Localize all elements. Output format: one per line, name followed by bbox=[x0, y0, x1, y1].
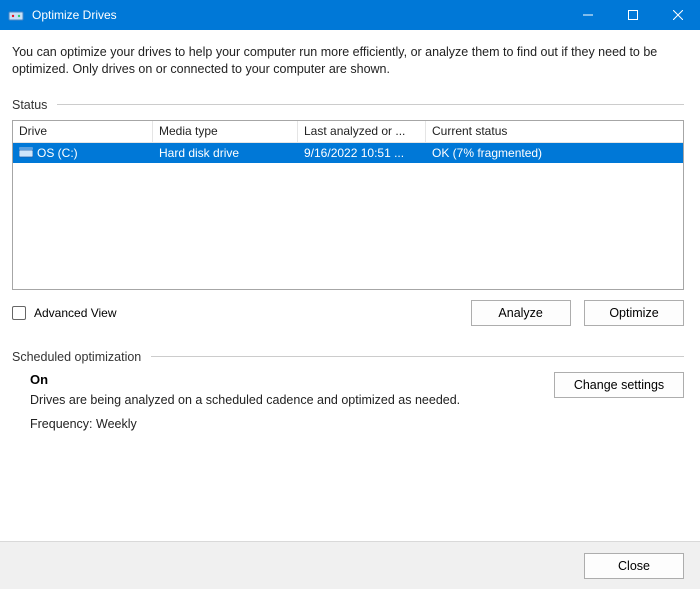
status-group-label: Status bbox=[12, 98, 684, 112]
app-icon bbox=[8, 7, 24, 23]
col-header-media[interactable]: Media type bbox=[153, 121, 298, 142]
analyze-button[interactable]: Analyze bbox=[471, 300, 571, 326]
table-row[interactable]: OS (C:) Hard disk drive 9/16/2022 10:51 … bbox=[13, 143, 683, 163]
intro-text: You can optimize your drives to help you… bbox=[12, 44, 684, 78]
advanced-view-checkbox[interactable]: Advanced View bbox=[12, 306, 117, 320]
change-settings-button[interactable]: Change settings bbox=[554, 372, 684, 398]
schedule-group-label: Scheduled optimization bbox=[12, 350, 684, 364]
col-header-status[interactable]: Current status bbox=[426, 121, 683, 142]
checkbox-box bbox=[12, 306, 26, 320]
minimize-button[interactable] bbox=[565, 0, 610, 30]
maximize-button[interactable] bbox=[610, 0, 655, 30]
schedule-label: Scheduled optimization bbox=[12, 350, 141, 364]
titlebar: Optimize Drives bbox=[0, 0, 700, 30]
divider bbox=[151, 356, 684, 357]
divider bbox=[57, 104, 684, 105]
schedule-desc: Drives are being analyzed on a scheduled… bbox=[30, 393, 460, 407]
footer: Close bbox=[0, 541, 700, 589]
drive-icon bbox=[19, 147, 33, 159]
cell-last: 9/16/2022 10:51 ... bbox=[304, 146, 404, 160]
status-label: Status bbox=[12, 98, 47, 112]
close-button[interactable]: Close bbox=[584, 553, 684, 579]
col-header-drive[interactable]: Drive bbox=[13, 121, 153, 142]
schedule-frequency: Frequency: Weekly bbox=[30, 417, 460, 431]
drives-list[interactable]: Drive Media type Last analyzed or ... Cu… bbox=[12, 120, 684, 290]
close-window-button[interactable] bbox=[655, 0, 700, 30]
cell-status: OK (7% fragmented) bbox=[432, 146, 542, 160]
optimize-button[interactable]: Optimize bbox=[584, 300, 684, 326]
window-title: Optimize Drives bbox=[32, 8, 117, 22]
schedule-state: On bbox=[30, 372, 460, 387]
advanced-view-label: Advanced View bbox=[34, 306, 117, 320]
col-header-last[interactable]: Last analyzed or ... bbox=[298, 121, 426, 142]
list-header: Drive Media type Last analyzed or ... Cu… bbox=[13, 121, 683, 143]
cell-media: Hard disk drive bbox=[159, 146, 239, 160]
cell-drive: OS (C:) bbox=[37, 146, 78, 160]
